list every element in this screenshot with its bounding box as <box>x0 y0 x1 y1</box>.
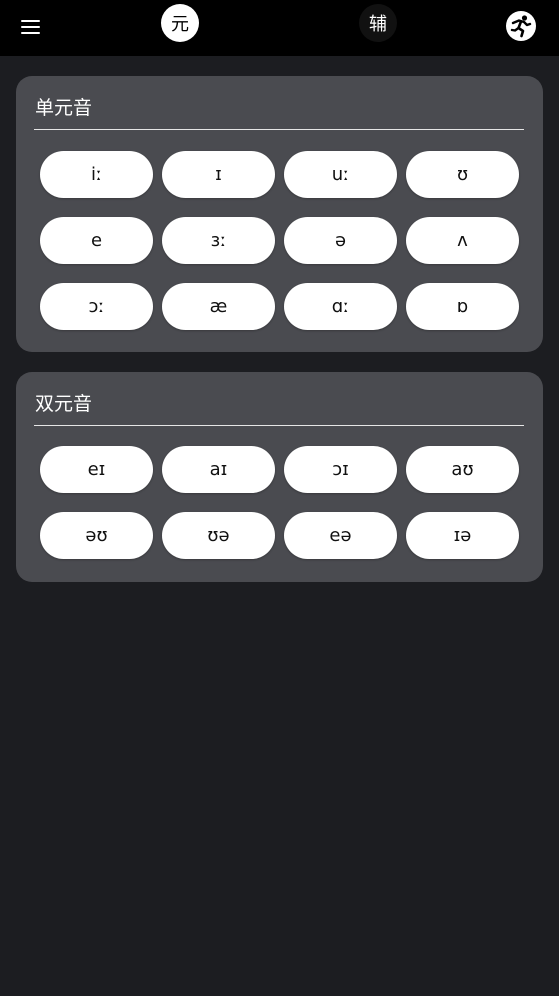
phoneme-button[interactable]: e <box>40 217 153 264</box>
phoneme-button[interactable]: ɔɪ <box>284 446 397 493</box>
phoneme-button[interactable]: ə <box>284 217 397 264</box>
section-title-diphthongs: 双元音 <box>35 393 93 415</box>
divider <box>34 425 524 426</box>
phoneme-button[interactable]: iː <box>40 151 153 198</box>
phoneme-button[interactable]: ʊ <box>406 151 519 198</box>
phoneme-button[interactable]: ɪ <box>162 151 275 198</box>
phoneme-button[interactable]: aɪ <box>162 446 275 493</box>
phoneme-button[interactable]: ʊə <box>162 512 275 559</box>
running-person-icon[interactable] <box>506 11 536 41</box>
phoneme-button[interactable]: ɔː <box>40 283 153 330</box>
phoneme-button[interactable]: eɪ <box>40 446 153 493</box>
monophthongs-card: 单元音 iː ɪ uː ʊ e ɜː ə ʌ ɔː æ ɑː ɒ <box>16 76 543 352</box>
phoneme-button[interactable]: əʊ <box>40 512 153 559</box>
tab-consonants[interactable]: 辅 <box>359 4 397 42</box>
divider <box>34 129 524 130</box>
section-title-monophthongs: 单元音 <box>35 97 93 119</box>
top-app-bar: 元 辅 <box>0 0 559 56</box>
tab-vowels[interactable]: 元 <box>161 4 199 42</box>
phoneme-button[interactable]: ɜː <box>162 217 275 264</box>
phoneme-button[interactable]: aʊ <box>406 446 519 493</box>
phoneme-button[interactable]: ɪə <box>406 512 519 559</box>
phoneme-button[interactable]: ʌ <box>406 217 519 264</box>
phoneme-button[interactable]: uː <box>284 151 397 198</box>
phoneme-button[interactable]: ɑː <box>284 283 397 330</box>
hamburger-menu-icon[interactable] <box>17 14 45 40</box>
diphthongs-card: 双元音 eɪ aɪ ɔɪ aʊ əʊ ʊə eə ɪə <box>16 372 543 582</box>
phoneme-button[interactable]: ɒ <box>406 283 519 330</box>
phoneme-button[interactable]: æ <box>162 283 275 330</box>
phoneme-button[interactable]: eə <box>284 512 397 559</box>
